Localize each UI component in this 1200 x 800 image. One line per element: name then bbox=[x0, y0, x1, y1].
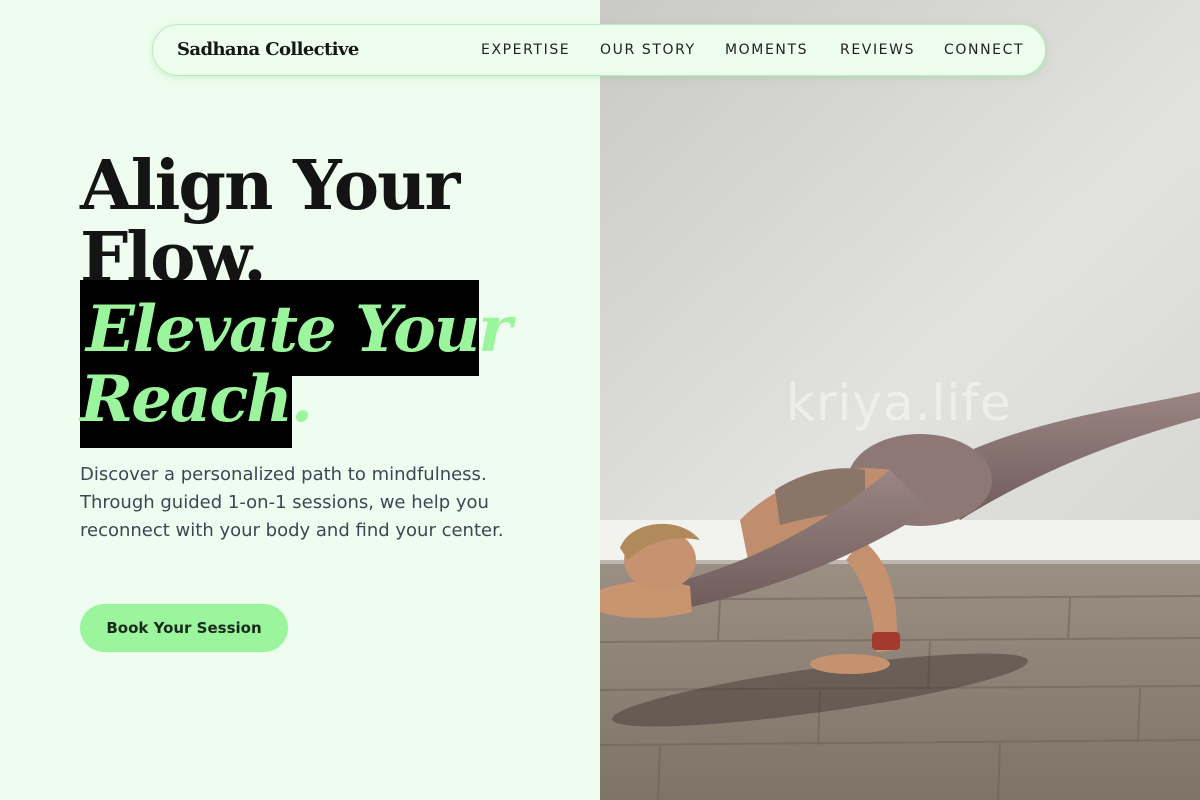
brand-logo[interactable]: Sadhana Collective bbox=[177, 39, 359, 60]
landing-page: kriya.life Sadhana Collective EXPERTISE … bbox=[0, 0, 1200, 800]
headline-line-1: Align Your bbox=[80, 146, 460, 226]
hand bbox=[810, 654, 890, 674]
bracelets bbox=[872, 632, 900, 650]
hero-description: Discover a personalized path to mindfuln… bbox=[80, 464, 504, 541]
highlight-line-2: Reach. bbox=[80, 362, 313, 437]
photo-watermark: kriya.life bbox=[786, 374, 1012, 432]
nav-link-expertise[interactable]: EXPERTISE bbox=[481, 42, 570, 58]
nav-link-moments[interactable]: MOMENTS bbox=[725, 42, 808, 58]
nav-link-reviews[interactable]: REVIEWS bbox=[840, 42, 915, 58]
book-session-button[interactable]: Book Your Session bbox=[80, 604, 288, 652]
top-navigation: Sadhana Collective EXPERTISE OUR STORY M… bbox=[152, 24, 1046, 76]
nav-link-connect[interactable]: CONNECT bbox=[944, 42, 1024, 58]
hero-photo: kriya.life bbox=[600, 0, 1200, 800]
nav-link-our-story[interactable]: OUR STORY bbox=[600, 42, 696, 58]
highlight-line-1: Elevate Your bbox=[86, 292, 512, 367]
